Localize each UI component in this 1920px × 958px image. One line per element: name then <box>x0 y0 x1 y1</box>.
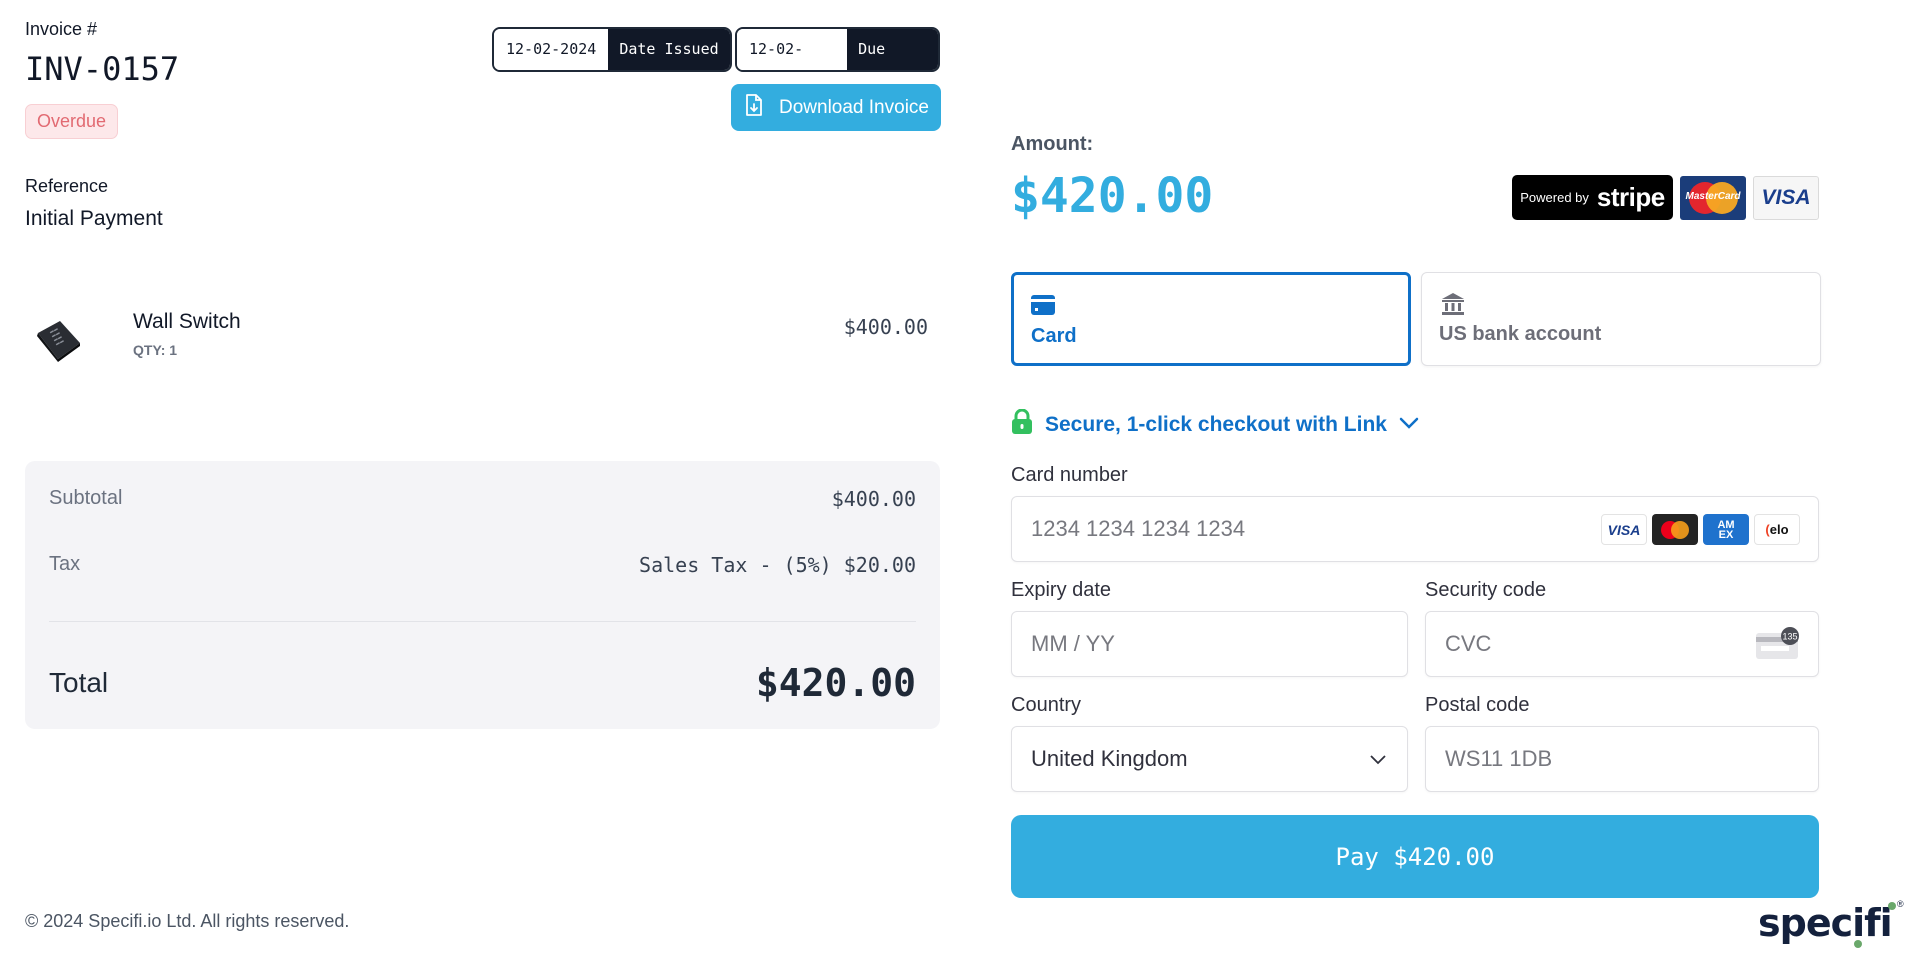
elo-icon: (elo <box>1754 514 1800 545</box>
tax-row: Tax Sales Tax - (5%) $20.00 <box>49 553 916 577</box>
summary-divider <box>49 621 916 622</box>
subtotal-label: Subtotal <box>49 487 123 509</box>
payment-method-bank-label: US bank account <box>1439 323 1602 345</box>
download-invoice-button[interactable]: Download Invoice <box>731 84 941 131</box>
due-date-value: 12-02-2024 <box>737 29 848 70</box>
postal-code-input[interactable] <box>1445 727 1720 791</box>
expiry-field <box>1011 611 1408 677</box>
bank-icon <box>1441 292 1465 316</box>
invoice-number-label: Invoice # <box>25 19 98 39</box>
payment-method-card-label: Card <box>1031 325 1077 347</box>
svg-text:®: ® <box>1897 899 1904 909</box>
chevron-down-icon <box>1369 753 1387 771</box>
country-select[interactable]: United Kingdom <box>1011 726 1408 792</box>
elo-text: elo <box>1769 522 1789 537</box>
due-date-pill: 12-02-2024 Due Date <box>735 27 940 72</box>
cvc-hint-icon: 135 <box>1756 627 1800 661</box>
mastercard-wordmark: MasterCard <box>1685 190 1741 202</box>
pay-button[interactable]: Pay $420.00 <box>1011 815 1819 898</box>
status-badge: Overdue <box>25 104 119 139</box>
reference-value: Initial Payment <box>25 207 163 230</box>
due-date-tag: Due Date <box>847 29 938 70</box>
amount-value: $420.00 <box>1011 168 1214 224</box>
amex-icon: AM EX <box>1703 514 1749 545</box>
security-code-label: Security code <box>1425 579 1547 601</box>
expiry-label: Expiry date <box>1011 579 1112 601</box>
invoice-number: INV-0157 <box>25 50 180 88</box>
payment-method-us-bank[interactable]: US bank account <box>1421 272 1821 366</box>
item-name: Wall Switch <box>133 310 241 333</box>
visa-logo: VISA <box>1753 175 1819 220</box>
country-label: Country <box>1011 694 1082 716</box>
date-issued-value: 12-02-2024 <box>494 29 609 70</box>
line-item: Wall Switch QTY: 1 $400.00 <box>25 300 940 380</box>
tax-label: Tax <box>49 553 81 575</box>
chevron-down-icon <box>1399 416 1419 434</box>
visa-icon: VISA <box>1601 514 1647 545</box>
card-number-label: Card number <box>1011 464 1128 486</box>
card-number-field: VISA AMEX (elo <box>1011 496 1819 562</box>
powered-by-text: Powered by <box>1520 190 1589 205</box>
powered-by-stripe-logo: Powered by stripe <box>1512 175 1673 220</box>
specifi-wordmark: specifi <box>1758 901 1892 945</box>
security-code-input[interactable] <box>1445 612 1720 676</box>
tax-value: Sales Tax - (5%) $20.00 <box>639 553 916 577</box>
cvc-hint-text: 135 <box>1782 632 1797 642</box>
subtotal-value: $400.00 <box>831 487 916 511</box>
link-checkout-toggle[interactable]: Secure, 1-click checkout with Link <box>1011 408 1419 440</box>
order-summary: Subtotal $400.00 Tax Sales Tax - (5%) $2… <box>25 461 940 729</box>
date-issued-tag: Date Issued <box>608 29 730 70</box>
item-quantity: QTY: 1 <box>133 342 178 358</box>
link-checkout-text: Secure, 1-click checkout with Link <box>1045 412 1387 436</box>
download-invoice-label: Download Invoice <box>779 96 929 118</box>
lock-icon <box>1011 408 1033 440</box>
reference-label: Reference <box>25 176 109 196</box>
file-download-icon <box>743 93 765 123</box>
postal-code-label: Postal code <box>1425 694 1530 716</box>
date-issued-pill: 12-02-2024 Date Issued <box>492 27 732 72</box>
expiry-input[interactable] <box>1031 612 1308 676</box>
payment-logos: Powered by stripe MasterCard VISA <box>1512 175 1819 220</box>
stripe-wordmark: stripe <box>1596 182 1665 212</box>
mastercard-logo: MasterCard <box>1680 175 1746 220</box>
subtotal-row: Subtotal $400.00 <box>49 487 916 511</box>
item-price: $400.00 <box>843 315 928 339</box>
footer-copyright: © 2024 Specifi.io Ltd. All rights reserv… <box>25 911 350 931</box>
card-number-input[interactable] <box>1031 497 1596 561</box>
security-code-field: 135 <box>1425 611 1819 677</box>
credit-card-icon <box>1031 293 1055 317</box>
postal-code-field <box>1425 726 1819 792</box>
card-brand-icons: VISA AM EX (elo <box>1601 514 1800 545</box>
product-image-wall-switch <box>30 315 84 365</box>
country-selected-value: United Kingdom <box>1031 746 1188 771</box>
mastercard-icon <box>1652 514 1698 545</box>
total-value: $420.00 <box>755 661 916 705</box>
amount-label: Amount: <box>1011 133 1094 155</box>
total-row: Total $420.00 <box>49 661 916 705</box>
payment-panel: Amount: $420.00 Powered by stripe Master… <box>1011 0 1821 958</box>
specifi-logo: specifi ® <box>1758 898 1904 948</box>
total-label: Total <box>49 667 109 698</box>
payment-method-card[interactable]: Card <box>1011 272 1411 366</box>
